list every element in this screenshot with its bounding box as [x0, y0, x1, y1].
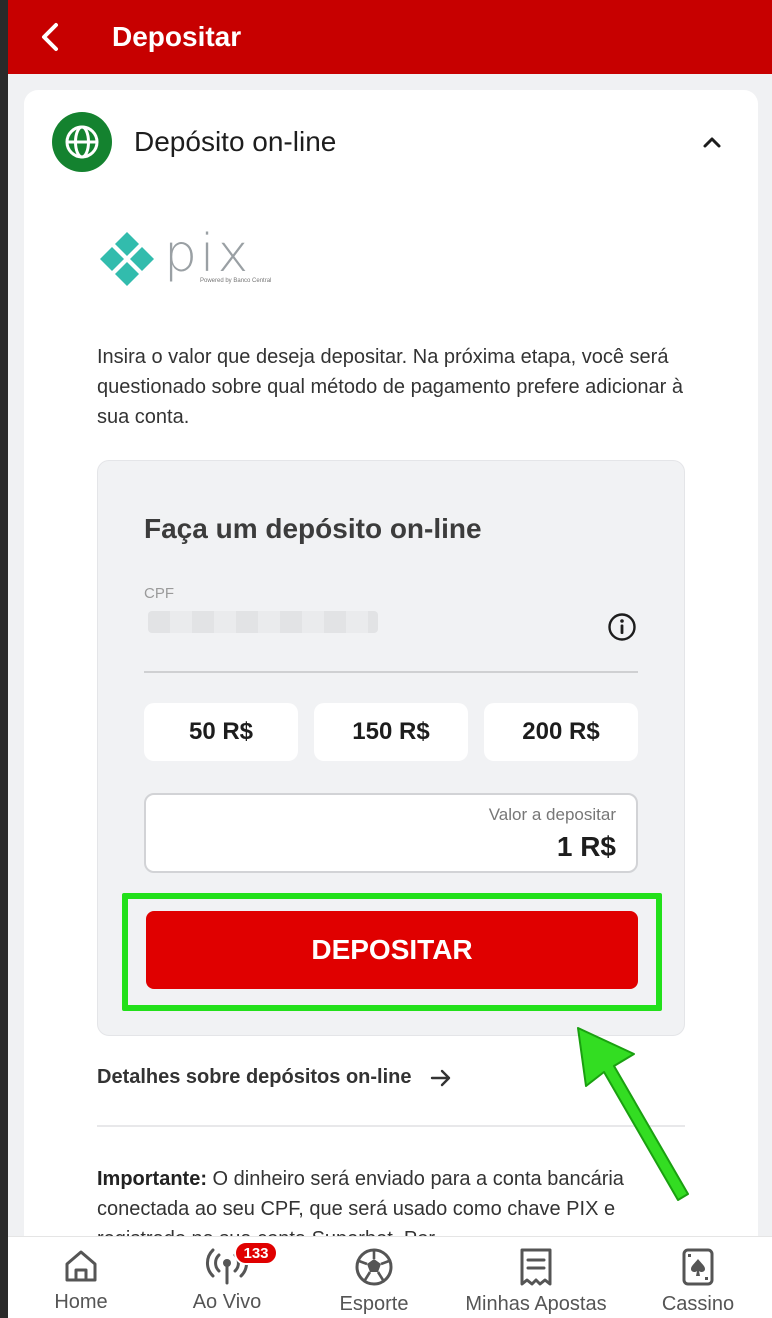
cpf-value-redacted [148, 611, 378, 633]
pix-logo: pix Powered by Banco Central [96, 226, 276, 292]
globe-icon [52, 112, 112, 172]
pix-diamond-icon [100, 232, 154, 286]
nav-bets-label: Minhas Apostas [465, 1293, 607, 1315]
deposit-value-input[interactable]: Valor a depositar 1 R$ [144, 793, 638, 873]
value-amount: 1 R$ [556, 831, 616, 862]
live-count-badge: 133 [234, 1241, 278, 1265]
nav-home-label: Home [54, 1291, 108, 1313]
pix-wordmark: pix [164, 224, 252, 284]
deposit-form: Faça um depósito on-line CPF 50 R$ 150 R… [97, 460, 685, 1036]
chevron-left-icon [42, 23, 58, 51]
pix-subtitle: Powered by Banco Central [200, 278, 272, 284]
important-label: Importante: [97, 1168, 207, 1190]
home-icon [65, 1250, 97, 1282]
details-link-label: Detalhes sobre depósitos on-line [97, 1066, 412, 1088]
app-screen: Depositar Depósito on-line pix Powered b… [8, 0, 772, 1318]
bet-slip-icon [520, 1248, 552, 1286]
nav-casino[interactable]: Cassino [624, 1237, 772, 1318]
soccer-ball-icon [355, 1248, 393, 1286]
app-header: Depositar [8, 0, 772, 74]
info-button[interactable] [606, 611, 638, 643]
collapse-button[interactable] [692, 122, 732, 162]
nav-live-label: Ao Vivo [192, 1291, 262, 1313]
left-edge [0, 0, 8, 1318]
back-button[interactable] [8, 0, 92, 74]
nav-sport-label: Esporte [339, 1293, 409, 1315]
nav-sport[interactable]: Esporte [300, 1237, 448, 1318]
nav-casino-label: Cassino [661, 1293, 735, 1315]
intro-text: Insira o valor que deseja depositar. Na … [97, 346, 683, 428]
page-title: Depositar [112, 21, 242, 52]
bottom-nav: Home 133 Ao Vivo Esporte Minhas Apostas … [8, 1236, 772, 1318]
value-label: Valor a depositar [488, 805, 616, 824]
cpf-underline [144, 671, 638, 673]
playing-card-icon [682, 1248, 714, 1286]
deposit-button[interactable]: DEPOSITAR [146, 911, 638, 989]
cpf-label: CPF [144, 585, 174, 602]
info-icon [608, 613, 636, 641]
amount-200-button[interactable]: 200 R$ [484, 703, 638, 761]
section-title: Depósito on-line [134, 126, 337, 157]
amount-50-button[interactable]: 50 R$ [144, 703, 298, 761]
amount-150-button[interactable]: 150 R$ [314, 703, 468, 761]
form-title: Faça um depósito on-line [144, 513, 482, 544]
nav-bets[interactable]: Minhas Apostas [448, 1237, 624, 1318]
arrow-right-icon [430, 1069, 452, 1087]
nav-home[interactable]: Home [8, 1237, 154, 1318]
details-link[interactable]: Detalhes sobre depósitos on-line [97, 1066, 452, 1089]
nav-live[interactable]: 133 Ao Vivo [154, 1237, 300, 1318]
section-header[interactable]: Depósito on-line [52, 112, 732, 172]
chevron-up-icon [703, 137, 721, 148]
green-pointer-arrow-icon [577, 1027, 689, 1201]
